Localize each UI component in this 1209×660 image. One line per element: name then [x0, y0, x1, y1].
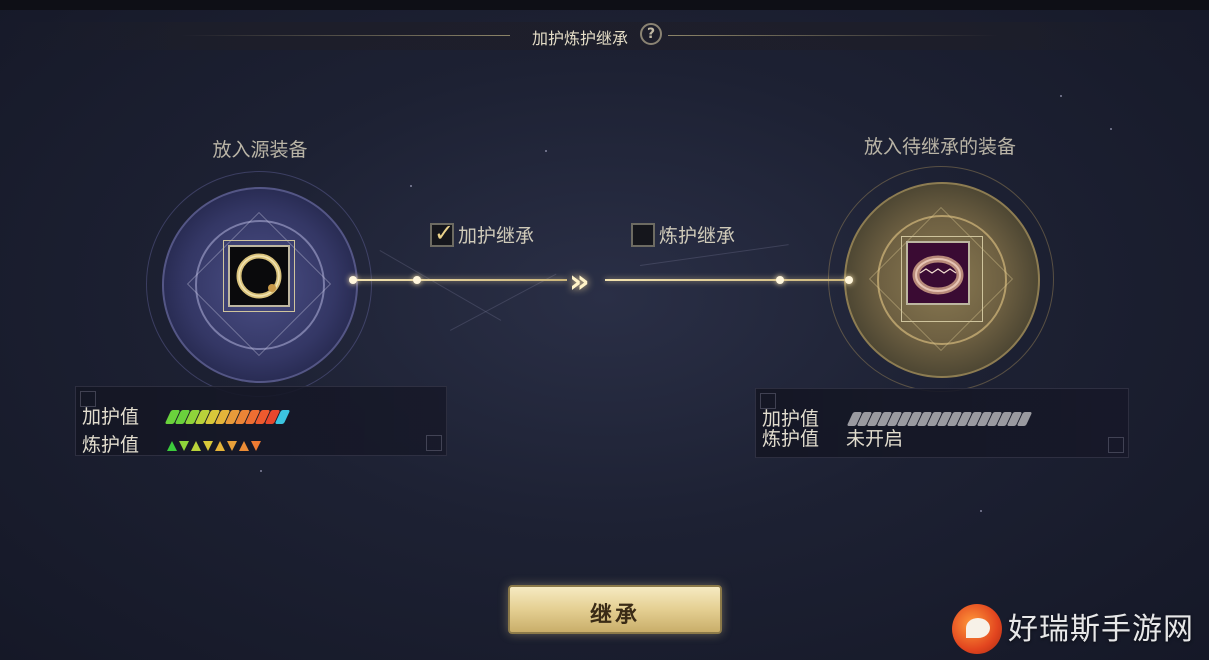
- guard-inherit-checkbox[interactable]: ✓: [430, 219, 454, 247]
- source-guard-label: 加护值: [82, 406, 140, 428]
- connector-node: [776, 276, 784, 284]
- refine-triangle: [215, 441, 225, 451]
- target-guard-label: 加护值: [762, 408, 820, 430]
- connector-node: [413, 276, 421, 284]
- refine-inherit-checkbox[interactable]: [631, 222, 655, 247]
- connector-line-left: [353, 279, 567, 281]
- refine-triangle: [203, 441, 213, 451]
- watermark-logo-icon: [952, 604, 1002, 654]
- target-refine-value: 未开启: [846, 428, 904, 450]
- corner-ornament: [426, 435, 442, 451]
- option-guard-inherit[interactable]: ✓ 加护继承: [430, 219, 535, 248]
- help-icon[interactable]: ?: [640, 23, 662, 45]
- star-decoration: [410, 185, 412, 187]
- target-guard-meter: [846, 412, 1033, 426]
- connector-node: [845, 276, 853, 284]
- corner-ornament: [760, 393, 776, 409]
- option-refine-inherit[interactable]: 炼护继承: [631, 221, 735, 248]
- double-chevron-right-icon: »: [569, 262, 589, 300]
- refine-triangle: [239, 441, 249, 451]
- top-edge-bar: [0, 0, 1209, 10]
- inherit-button[interactable]: 继承: [508, 585, 722, 634]
- black-gold-ring-icon: [236, 253, 282, 299]
- title-divider-right: [668, 35, 998, 36]
- source-refine-meter: [167, 441, 261, 451]
- target-slot-label: 放入待继承的装备: [863, 136, 1016, 158]
- refine-triangle: [227, 441, 237, 451]
- connector-decoration-line: [450, 273, 557, 331]
- connector-line-right: [605, 279, 849, 281]
- checkmark-icon: ✓: [434, 218, 455, 247]
- source-item-slot[interactable]: [228, 245, 290, 307]
- option-label: 加护继承: [458, 225, 535, 247]
- star-decoration: [1110, 128, 1112, 130]
- corner-ornament: [1108, 437, 1124, 453]
- star-decoration: [1060, 95, 1062, 97]
- source-refine-label: 炼护值: [82, 434, 140, 456]
- refine-triangle: [191, 441, 201, 451]
- inherit-button-label: 继承: [589, 602, 640, 628]
- corner-ornament: [80, 391, 96, 407]
- title-divider-left: [180, 35, 510, 36]
- refine-triangle: [167, 441, 177, 451]
- watermark-text: 好瑞斯手游网: [1008, 612, 1194, 647]
- star-decoration: [260, 470, 262, 472]
- refine-triangle: [251, 441, 261, 451]
- star-decoration: [545, 150, 547, 152]
- star-decoration: [980, 510, 982, 512]
- target-item-slot[interactable]: [906, 241, 970, 305]
- connector-decoration-line: [379, 250, 502, 321]
- engraved-bracelet-icon: [912, 255, 964, 295]
- source-guard-meter: [164, 410, 291, 424]
- source-slot-label: 放入源装备: [212, 139, 308, 161]
- option-label: 炼护继承: [659, 225, 736, 247]
- target-refine-label: 炼护值: [762, 428, 820, 450]
- page-title: 加护炼护继承: [531, 29, 628, 48]
- connector-node: [349, 276, 357, 284]
- refine-triangle: [179, 441, 189, 451]
